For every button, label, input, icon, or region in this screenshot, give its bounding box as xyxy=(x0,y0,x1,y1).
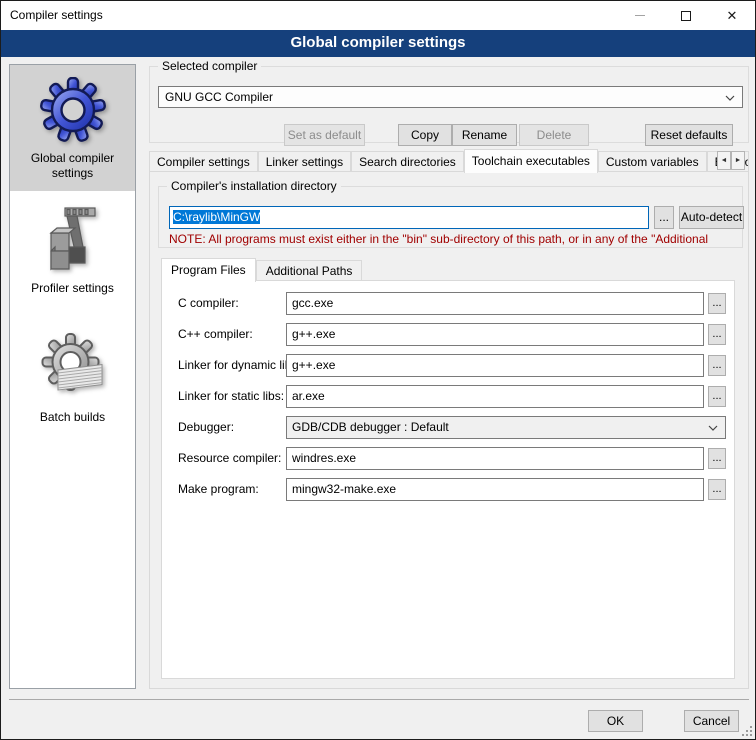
field-label: Linker for static libs: xyxy=(178,385,284,408)
delete-button: Delete xyxy=(519,124,589,146)
static-linker-browse-button[interactable]: ... xyxy=(708,386,726,407)
make-program-browse-button[interactable]: ... xyxy=(708,479,726,500)
toolchain-executables-page: Compiler's installation directory C:\ray… xyxy=(149,171,749,689)
chevron-down-icon xyxy=(708,425,718,431)
field-row-dynamic-linker: Linker for dynamic libs: g++.exe ... xyxy=(162,354,734,377)
make-program-input[interactable]: mingw32-make.exe xyxy=(286,478,704,501)
c-compiler-browse-button[interactable]: ... xyxy=(708,293,726,314)
blue-gear-icon xyxy=(40,77,106,143)
minimize-icon xyxy=(635,15,645,16)
tab-custom-variables[interactable]: Custom variables xyxy=(598,151,707,172)
field-row-debugger: Debugger: GDB/CDB debugger : Default xyxy=(162,416,734,439)
sidebar-item-profiler-settings[interactable]: Profiler settings xyxy=(10,191,135,306)
settings-category-list: Global compiler settings Profiler settin… xyxy=(9,64,136,689)
tab-linker-settings[interactable]: Linker settings xyxy=(258,151,351,172)
compiler-tabs: Compiler settings Linker settings Search… xyxy=(149,149,749,172)
tab-search-directories[interactable]: Search directories xyxy=(351,151,464,172)
chevron-down-icon xyxy=(725,95,735,101)
tab-toolchain-executables[interactable]: Toolchain executables xyxy=(464,149,598,173)
copy-button[interactable]: Copy xyxy=(398,124,452,146)
maximize-button[interactable] xyxy=(663,1,709,30)
sidebar-item-global-compiler-settings[interactable]: Global compiler settings xyxy=(10,65,135,191)
field-row-static-linker: Linker for static libs: ar.exe ... xyxy=(162,385,734,408)
resource-compiler-input[interactable]: windres.exe xyxy=(286,447,704,470)
installation-directory-value: C:\raylib\MinGW xyxy=(173,210,260,224)
installation-directory-legend: Compiler's installation directory xyxy=(167,179,341,193)
installation-directory-group: Compiler's installation directory C:\ray… xyxy=(158,186,743,248)
tab-compiler-settings[interactable]: Compiler settings xyxy=(149,151,258,172)
set-as-default-button: Set as default xyxy=(284,124,365,146)
field-label: Resource compiler: xyxy=(178,447,281,470)
resize-grip[interactable] xyxy=(741,725,753,737)
browse-directory-button[interactable]: ... xyxy=(654,206,674,229)
debugger-select[interactable]: GDB/CDB debugger : Default xyxy=(286,416,726,439)
sidebar-item-label: Batch builds xyxy=(40,410,105,425)
subtab-additional-paths[interactable]: Additional Paths xyxy=(256,260,363,281)
field-label: Make program: xyxy=(178,478,259,501)
window-title: Compiler settings xyxy=(10,8,103,22)
field-label: Linker for dynamic libs: xyxy=(178,354,301,377)
dynamic-linker-input[interactable]: g++.exe xyxy=(286,354,704,377)
selected-compiler-group: Selected compiler GNU GCC Compiler Set a… xyxy=(149,66,749,143)
directory-note: NOTE: All programs must exist either in … xyxy=(169,232,742,246)
static-linker-input[interactable]: ar.exe xyxy=(286,385,704,408)
compiler-settings-dialog: Compiler settings ✕ Global compiler sett… xyxy=(0,0,756,740)
subtab-program-files[interactable]: Program Files xyxy=(161,258,256,282)
page-title: Global compiler settings xyxy=(1,30,755,57)
main-panel: Selected compiler GNU GCC Compiler Set a… xyxy=(149,57,749,701)
program-files-page: C compiler: gcc.exe ... C++ compiler: g+… xyxy=(161,280,735,679)
minimize-button[interactable] xyxy=(617,1,663,30)
footer-divider xyxy=(9,699,749,700)
tab-scroll-buttons: ◄ ► xyxy=(717,151,745,170)
field-row-c-compiler: C compiler: gcc.exe ... xyxy=(162,292,734,315)
c-compiler-input[interactable]: gcc.exe xyxy=(286,292,704,315)
field-row-cpp-compiler: C++ compiler: g++.exe ... xyxy=(162,323,734,346)
dynamic-linker-browse-button[interactable]: ... xyxy=(708,355,726,376)
close-icon: ✕ xyxy=(727,9,738,22)
auto-detect-button[interactable]: Auto-detect xyxy=(679,206,744,229)
caliper-tool-icon xyxy=(41,207,105,273)
tab-scroll-right-icon[interactable]: ► xyxy=(731,151,745,170)
close-button[interactable]: ✕ xyxy=(709,1,755,30)
ok-button[interactable]: OK xyxy=(588,710,643,732)
sidebar-item-label: Profiler settings xyxy=(31,281,114,296)
resource-compiler-browse-button[interactable]: ... xyxy=(708,448,726,469)
tab-scroll-left-icon[interactable]: ◄ xyxy=(717,151,731,170)
reset-defaults-button[interactable]: Reset defaults xyxy=(645,124,733,146)
cancel-button[interactable]: Cancel xyxy=(684,710,739,732)
window-controls: ✕ xyxy=(617,1,755,30)
compiler-select[interactable]: GNU GCC Compiler xyxy=(158,86,743,108)
program-subtabs: Program Files Additional Paths xyxy=(161,257,362,281)
field-label: Debugger: xyxy=(178,416,234,439)
field-row-make-program: Make program: mingw32-make.exe ... xyxy=(162,478,734,501)
gear-with-stack-icon xyxy=(40,332,106,402)
installation-directory-input[interactable]: C:\raylib\MinGW xyxy=(169,206,649,229)
title-bar[interactable]: Compiler settings ✕ xyxy=(1,1,755,30)
cpp-compiler-browse-button[interactable]: ... xyxy=(708,324,726,345)
cpp-compiler-input[interactable]: g++.exe xyxy=(286,323,704,346)
compiler-select-value: GNU GCC Compiler xyxy=(165,90,273,104)
field-row-resource-compiler: Resource compiler: windres.exe ... xyxy=(162,447,734,470)
sidebar-item-label: Global compiler settings xyxy=(12,151,133,181)
maximize-icon xyxy=(681,11,691,21)
field-label: C compiler: xyxy=(178,292,239,315)
sidebar-item-batch-builds[interactable]: Batch builds xyxy=(10,306,135,435)
rename-button[interactable]: Rename xyxy=(452,124,517,146)
debugger-select-value: GDB/CDB debugger : Default xyxy=(292,420,449,434)
field-label: C++ compiler: xyxy=(178,323,253,346)
selected-compiler-legend: Selected compiler xyxy=(158,59,261,73)
